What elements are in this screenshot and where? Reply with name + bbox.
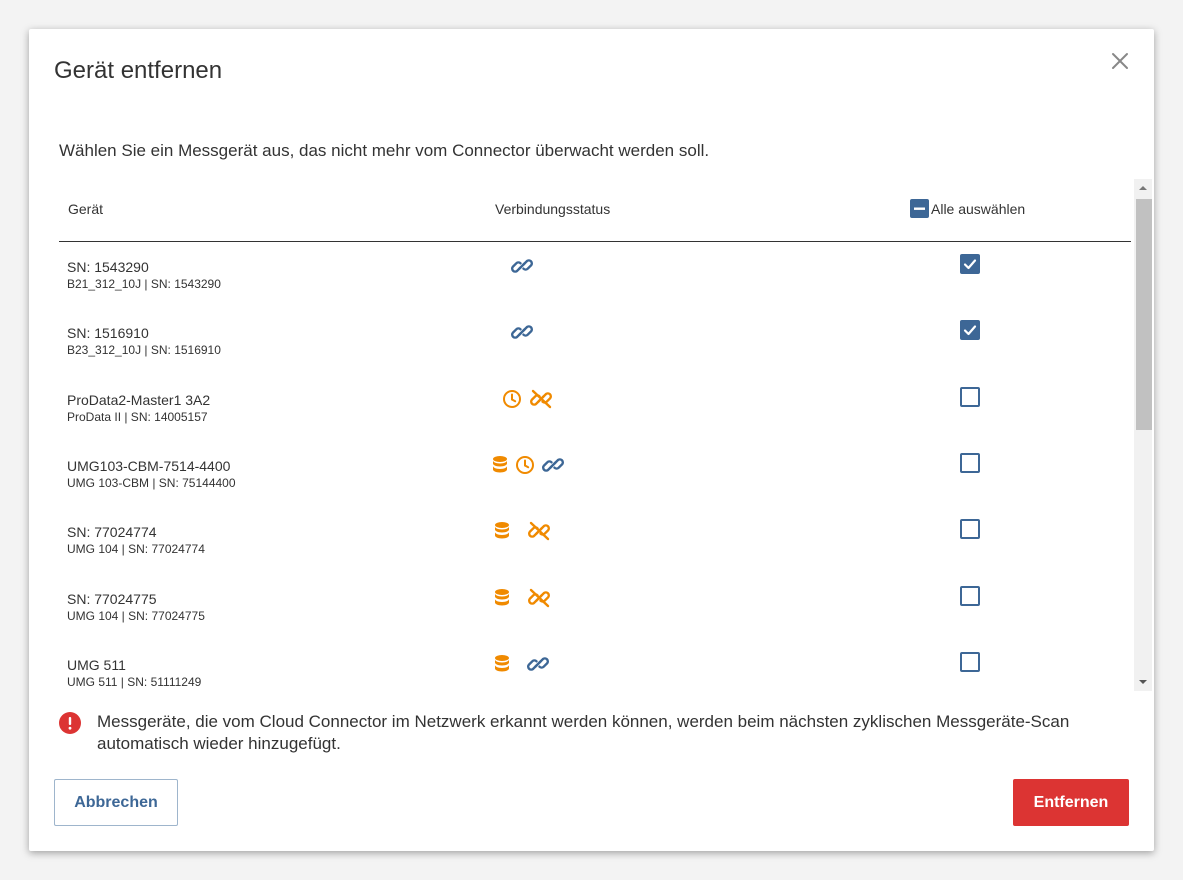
device-name: UMG103-CBM-7514-4400 xyxy=(67,457,231,474)
device-model-serial: B21_312_10J | SN: 1543290 xyxy=(67,277,221,291)
device-select-checkbox[interactable] xyxy=(960,452,980,473)
database-icon xyxy=(492,455,508,475)
connection-status xyxy=(511,256,533,276)
device-name: SN: 77024775 xyxy=(67,590,157,607)
device-row[interactable]: SN: 1516910 B23_312_10J | SN: 1516910 xyxy=(59,320,1131,391)
device-name: UMG 511 xyxy=(67,656,126,673)
device-model-serial: UMG 104 | SN: 77024775 xyxy=(67,608,205,623)
device-model-serial: UMG 103-CBM | SN: 75144400 xyxy=(67,475,236,490)
connection-status xyxy=(494,521,551,541)
broken-link-icon xyxy=(527,588,551,608)
device-select-checkbox[interactable] xyxy=(960,254,980,274)
column-header-device: Gerät xyxy=(68,201,104,217)
device-row[interactable]: SN: 1543290 B21_312_10J | SN: 1543290 xyxy=(59,254,1131,325)
device-table: Gerät Verbindungsstatus Alle auswählen S… xyxy=(59,179,1131,691)
select-all-control[interactable]: Alle auswählen xyxy=(910,199,1025,218)
device-row[interactable]: UMG103-CBM-7514-4400 UMG 103-CBM | SN: 75… xyxy=(59,452,1131,524)
device-model-serial: UMG 104 | SN: 77024774 xyxy=(67,542,205,557)
select-all-checkbox[interactable] xyxy=(910,199,929,218)
connection-status xyxy=(494,588,551,608)
device-model-serial: B23_312_10J | SN: 1516910 xyxy=(67,343,221,358)
connection-status xyxy=(502,389,553,409)
device-select-checkbox[interactable] xyxy=(960,320,980,341)
connection-status xyxy=(511,322,533,342)
broken-link-icon xyxy=(527,521,551,541)
link-icon xyxy=(511,256,533,276)
select-all-label[interactable]: Alle auswählen xyxy=(931,201,1025,217)
device-model-serial: UMG 511 | SN: 51111249 xyxy=(67,674,202,689)
scroll-up-arrow-icon[interactable] xyxy=(1134,179,1152,197)
device-select-checkbox[interactable] xyxy=(960,386,980,407)
column-header-status: Verbindungsstatus xyxy=(495,201,611,217)
error-icon xyxy=(59,712,81,734)
link-icon xyxy=(527,654,549,674)
rescan-notice: Messgeräte, die vom Cloud Connector im N… xyxy=(97,712,1070,753)
database-icon xyxy=(494,521,510,541)
device-name: ProData2-Master1 3A2 xyxy=(67,391,211,408)
device-model-serial: ProData II | SN: 14005157 xyxy=(67,409,208,424)
cancel-button[interactable]: Abbrechen xyxy=(54,779,178,826)
device-row[interactable]: ProData2-Master1 3A2 ProData II | SN: 140… xyxy=(59,386,1131,458)
close-icon[interactable] xyxy=(1109,50,1131,72)
table-scrollbar[interactable] xyxy=(1134,179,1152,691)
dialog-intro-text: Wählen Sie ein Messgerät aus, das nicht … xyxy=(59,141,710,160)
scroll-down-arrow-icon[interactable] xyxy=(1134,673,1152,691)
database-icon xyxy=(494,588,510,608)
device-name: SN: 1516910 xyxy=(67,325,149,342)
device-table-header: Gerät Verbindungsstatus Alle auswählen xyxy=(59,179,1131,242)
connection-status xyxy=(492,455,564,475)
link-icon xyxy=(542,455,564,475)
link-icon xyxy=(511,322,533,342)
device-row[interactable]: UMG 511 UMG 511 | SN: 51111249 xyxy=(59,651,1131,691)
clock-icon xyxy=(515,455,535,475)
clock-icon xyxy=(502,389,522,409)
device-select-checkbox[interactable] xyxy=(960,519,980,540)
device-select-checkbox[interactable] xyxy=(960,651,980,672)
connection-status xyxy=(494,654,549,674)
device-select-checkbox[interactable] xyxy=(960,585,980,606)
device-name: SN: 77024774 xyxy=(67,524,157,541)
device-row[interactable]: SN: 77024774 UMG 104 | SN: 77024774 xyxy=(59,519,1131,590)
dialog-title: Gerät entfernen xyxy=(54,57,223,84)
remove-device-dialog: Gerät entfernen Wählen Sie ein Messgerät… xyxy=(29,29,1154,851)
device-name: SN: 1543290 xyxy=(67,259,149,275)
broken-link-icon xyxy=(529,389,553,409)
remove-button[interactable]: Entfernen xyxy=(1013,779,1129,826)
scroll-thumb[interactable] xyxy=(1136,199,1152,430)
device-row[interactable]: SN: 77024775 UMG 104 | SN: 77024775 xyxy=(59,585,1131,657)
database-icon xyxy=(494,654,510,674)
